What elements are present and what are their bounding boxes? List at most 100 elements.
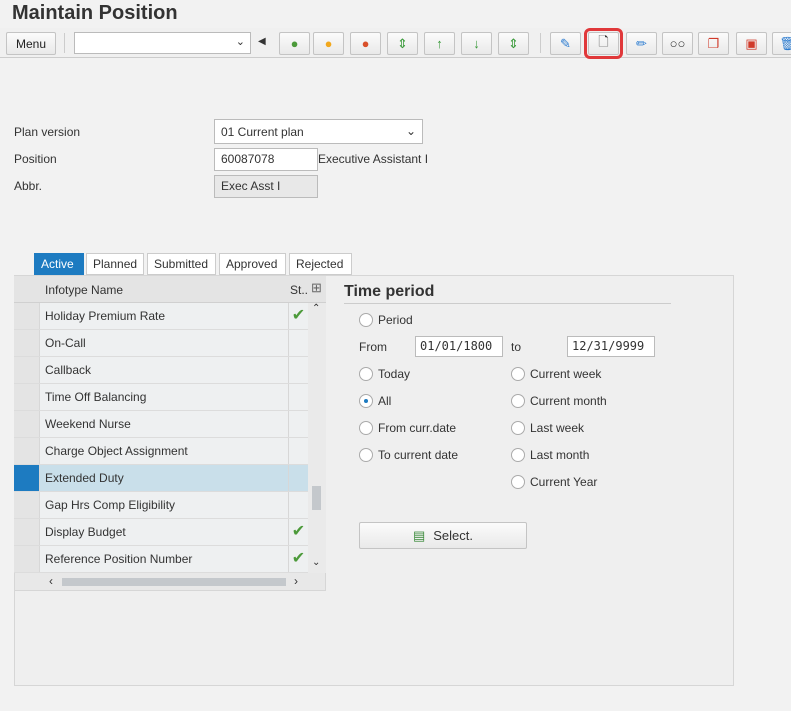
cancel-button[interactable]: ●	[350, 32, 381, 55]
table-row[interactable]: Charge Object Assignment	[14, 438, 308, 465]
radio-to-current-date[interactable]: To current date	[359, 448, 458, 462]
row-selector[interactable]	[14, 519, 40, 545]
change-icon: ✏	[636, 35, 647, 51]
separator	[540, 33, 541, 53]
radio-period[interactable]: Period	[359, 313, 413, 327]
scroll-left-icon[interactable]: ‹	[49, 574, 53, 588]
row-selector[interactable]	[14, 411, 40, 437]
row-selector[interactable]	[14, 303, 40, 329]
create-button[interactable]: 🗋	[584, 28, 623, 59]
row-selector[interactable]	[14, 465, 40, 491]
delete-icon: 🗑	[779, 35, 791, 51]
delete-button[interactable]: 🗑	[772, 32, 791, 55]
exit-icon: ●	[324, 36, 333, 51]
column-status[interactable]: St..	[290, 283, 308, 297]
radio-from-curr-date[interactable]: From curr.date	[359, 421, 456, 435]
table-row[interactable]: Weekend Nurse	[14, 411, 308, 438]
select-button[interactable]: ▤ Select.	[359, 522, 527, 549]
radio-circle	[511, 448, 525, 462]
command-field[interactable]: ⌄	[74, 32, 251, 54]
radio-current-year[interactable]: Current Year	[511, 475, 597, 489]
back-button[interactable]: ●	[279, 32, 310, 55]
collapse-arrow-icon[interactable]: ◀	[258, 36, 266, 47]
next-button[interactable]: ↓	[461, 32, 492, 55]
display-icon: ○○	[669, 36, 686, 51]
display-change-button[interactable]: ✎	[550, 32, 581, 55]
status-cell	[288, 411, 308, 437]
vertical-scrollbar[interactable]: ⌃ ⌄	[308, 303, 326, 573]
table-row[interactable]: Display Budget ✔	[14, 519, 308, 546]
row-selector[interactable]	[14, 492, 40, 518]
radio-current-week[interactable]: Current week	[511, 367, 601, 381]
tab-submitted[interactable]: Submitted	[147, 253, 216, 275]
scroll-right-icon[interactable]: ›	[294, 574, 298, 588]
table-row[interactable]: Extended Duty	[14, 465, 308, 492]
table-row[interactable]: Time Off Balancing	[14, 384, 308, 411]
plan-version-select[interactable]: 01 Current plan ⌄	[214, 119, 423, 144]
row-selector[interactable]	[14, 330, 40, 356]
display-change-icon: ✎	[560, 35, 571, 51]
scroll-down-icon[interactable]: ⌄	[312, 557, 320, 568]
last-button[interactable]: ⇕	[498, 32, 529, 55]
delimit-icon: ▣	[745, 35, 758, 51]
previous-button[interactable]: ↑	[424, 32, 455, 55]
copy-icon: ❐	[707, 35, 720, 51]
table-row[interactable]: Reference Position Number ✔	[14, 546, 308, 573]
menu-button[interactable]: Menu	[6, 32, 56, 55]
radio-circle	[359, 448, 373, 462]
radio-last-month[interactable]: Last month	[511, 448, 589, 462]
radio-circle	[359, 367, 373, 381]
radio-last-week[interactable]: Last week	[511, 421, 584, 435]
divider	[344, 303, 671, 304]
table-row[interactable]: Callback	[14, 357, 308, 384]
infotype-name: Extended Duty	[45, 471, 124, 485]
tab-rejected[interactable]: Rejected	[289, 253, 352, 275]
radio-circle	[511, 421, 525, 435]
first-button[interactable]: ⇕	[387, 32, 418, 55]
row-selector[interactable]	[14, 438, 40, 464]
display-button[interactable]: ○○	[662, 32, 693, 55]
position-input[interactable]: 60087078	[214, 148, 318, 171]
menu-label: Menu	[15, 36, 47, 51]
tab-approved[interactable]: Approved	[219, 253, 286, 275]
scroll-up-icon[interactable]: ⌃	[312, 303, 320, 314]
column-settings-icon[interactable]: ⊞	[311, 280, 322, 296]
change-button[interactable]: ✏	[626, 32, 657, 55]
next-icon: ↓	[473, 36, 480, 51]
scroll-thumb-horizontal[interactable]	[62, 578, 286, 586]
table-header: Infotype Name St.. ⊞	[14, 276, 326, 303]
chevron-down-icon: ⌄	[405, 124, 416, 138]
chevron-down-icon: ⌄	[235, 36, 245, 48]
table-row[interactable]: Holiday Premium Rate ✔	[14, 303, 308, 330]
row-selector[interactable]	[14, 546, 40, 572]
scroll-thumb[interactable]	[312, 486, 321, 510]
infotype-name: On-Call	[45, 336, 86, 350]
exit-button[interactable]: ●	[313, 32, 344, 55]
tab-active[interactable]: Active	[34, 253, 84, 275]
abbr-field: Exec Asst I	[214, 175, 318, 198]
to-date-input[interactable]: 12/31/9999	[567, 336, 655, 357]
copy-button[interactable]: ❐	[698, 32, 729, 55]
to-label: to	[511, 340, 522, 354]
separator	[64, 33, 65, 53]
tab-planned[interactable]: Planned	[86, 253, 144, 275]
infotype-name: Display Budget	[45, 525, 126, 539]
radio-circle	[359, 394, 373, 408]
position-text: Executive Assistant I	[318, 152, 429, 166]
radio-today[interactable]: Today	[359, 367, 410, 381]
row-selector[interactable]	[14, 357, 40, 383]
radio-circle	[511, 475, 525, 489]
table-row[interactable]: On-Call	[14, 330, 308, 357]
horizontal-scrollbar[interactable]: ‹ ›	[40, 574, 308, 590]
last-icon: ⇕	[508, 35, 519, 51]
delimit-button[interactable]: ▣	[736, 32, 767, 55]
status-cell	[288, 384, 308, 410]
row-selector[interactable]	[14, 384, 40, 410]
first-icon: ⇕	[397, 35, 408, 51]
radio-current-month[interactable]: Current month	[511, 394, 607, 408]
infotype-name: Gap Hrs Comp Eligibility	[45, 498, 176, 512]
radio-all[interactable]: All	[359, 394, 391, 408]
column-infotype-name[interactable]: Infotype Name	[45, 283, 123, 297]
table-row[interactable]: Gap Hrs Comp Eligibility	[14, 492, 308, 519]
from-date-input[interactable]: 01/01/1800	[415, 336, 503, 357]
